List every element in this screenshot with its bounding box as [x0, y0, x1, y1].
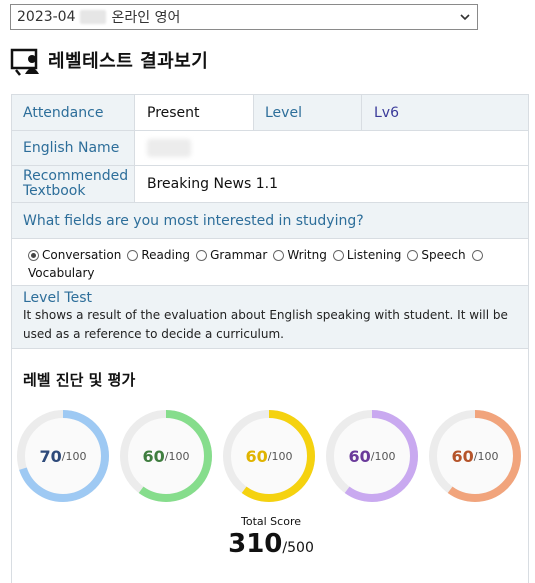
- select-month: 2023-04: [17, 9, 76, 25]
- radio-writng[interactable]: Writng: [273, 247, 327, 263]
- radio-label: Vocabulary: [28, 265, 95, 280]
- level-label: Level: [254, 95, 362, 130]
- gauge-score-value: 70: [39, 446, 62, 466]
- radio-dot[interactable]: [196, 249, 208, 261]
- radio-dot[interactable]: [28, 249, 39, 261]
- score-gauge-4: 60/100: [325, 409, 419, 503]
- gauge-score-max: /100: [61, 449, 87, 463]
- total-score: 310/500: [12, 529, 530, 559]
- english-name-value: [135, 131, 528, 165]
- level-test-section: Level Test It shows a result of the eval…: [12, 286, 528, 349]
- gauge-score-max: /100: [370, 449, 396, 463]
- attendance-row: Attendance Present Level Lv6: [12, 95, 528, 131]
- redacted-text: [79, 10, 106, 24]
- gauge-score: 70/100: [16, 409, 110, 503]
- gauge-score: 60/100: [119, 409, 213, 503]
- redacted-name: [147, 139, 191, 157]
- gauge-score-value: 60: [245, 446, 268, 466]
- radio-speech[interactable]: Speech: [407, 247, 466, 263]
- radio-label: Speech: [421, 248, 466, 262]
- score-gauge-3: 60/100: [222, 409, 316, 503]
- level-test-title: Level Test: [23, 290, 92, 306]
- fields-radio-group: Conversation Reading Grammar Writng Listenin…: [12, 239, 528, 286]
- fields-question-row: What fields are you most interested in s…: [12, 203, 528, 239]
- english-name-label: English Name: [12, 131, 135, 165]
- radio-dot[interactable]: [127, 249, 139, 261]
- evaluation-title: 레벨 진단 및 평가: [23, 371, 136, 389]
- attendance-value: Present: [135, 95, 254, 130]
- textbook-row: Recommended Textbook Breaking News 1.1: [12, 166, 528, 203]
- radio-listening[interactable]: Listening: [332, 247, 402, 263]
- score-gauge-1: 70/100: [16, 409, 110, 503]
- radio-label: Conversation: [42, 248, 122, 262]
- fields-question: What fields are you most interested in s…: [12, 203, 528, 238]
- gauge-score: 60/100: [325, 409, 419, 503]
- radio-label: Writng: [287, 248, 327, 262]
- score-gauge-2: 60/100: [119, 409, 213, 503]
- radio-vocabulary: Vocabulary: [28, 265, 95, 281]
- radio-label: Reading: [141, 248, 191, 262]
- radio-label: Grammar: [210, 248, 268, 262]
- gauge-score-max: /100: [267, 449, 293, 463]
- english-name-row: English Name: [12, 131, 528, 166]
- level-value: Lv6: [362, 95, 528, 130]
- gauge-score-max: /100: [164, 449, 190, 463]
- radio-label: Listening: [346, 248, 402, 262]
- radio-dot[interactable]: [273, 249, 285, 261]
- radio-dot[interactable]: [471, 249, 483, 261]
- level-test-description: It shows a result of the evaluation abou…: [23, 308, 508, 341]
- textbook-value: Breaking News 1.1: [135, 166, 528, 202]
- score-gauge-5: 60/100: [428, 409, 522, 503]
- page-title: 레벨테스트 결과보기: [48, 51, 209, 72]
- result-panel: Attendance Present Level Lv6 English Nam…: [11, 94, 529, 583]
- radio-dot[interactable]: [407, 249, 419, 261]
- select-course: 온라인 영어: [111, 10, 181, 26]
- radio-dot[interactable]: [332, 249, 344, 261]
- attendance-label: Attendance: [12, 95, 135, 130]
- gauge-score-value: 60: [451, 446, 474, 466]
- radio-reading[interactable]: Reading: [127, 247, 190, 263]
- gauge-score-max: /100: [473, 449, 499, 463]
- gauge-score-value: 60: [142, 446, 165, 466]
- gauge-score-value: 60: [348, 446, 371, 466]
- total-score-max: /500: [282, 540, 314, 556]
- textbook-label: Recommended Textbook: [12, 166, 135, 202]
- score-gauges: 70/100 60/100 60/100 60/100 60 /100: [16, 409, 528, 509]
- page-heading: 레벨테스트 결과보기: [10, 44, 208, 76]
- radio-grammar[interactable]: Grammar: [196, 247, 267, 263]
- radio-vocabulary-dot[interactable]: [471, 249, 486, 261]
- total-score-value: 310: [228, 529, 283, 559]
- radio-conversation[interactable]: Conversation: [28, 247, 121, 263]
- gauge-score: 60/100: [222, 409, 316, 503]
- month-course-select[interactable]: 2023-04 온라인 영어: [10, 4, 478, 30]
- chevron-down-icon: [460, 14, 470, 21]
- total-score-label: Total Score: [241, 515, 301, 528]
- teacher-board-icon: [10, 48, 39, 76]
- gauge-score: 60/100: [428, 409, 522, 503]
